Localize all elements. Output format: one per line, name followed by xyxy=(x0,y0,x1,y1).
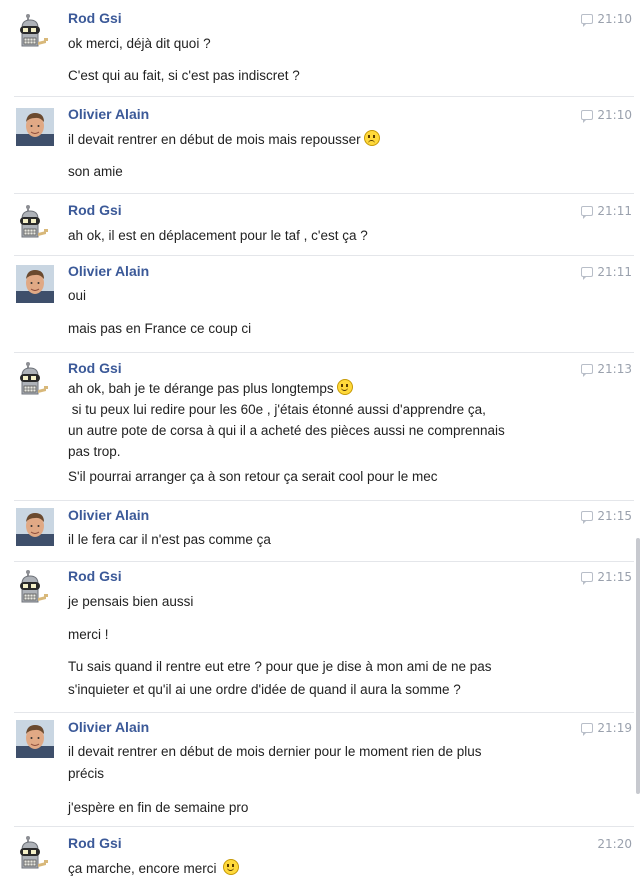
reply-icon[interactable] xyxy=(581,110,594,123)
message-text: S'il pourrai arranger ça à son retour ça… xyxy=(68,469,438,484)
message-text: j'espère en fin de semaine pro xyxy=(68,800,249,815)
message-text: précis xyxy=(68,766,105,781)
sender-name[interactable]: Olivier Alain xyxy=(68,106,149,122)
bender-robot-avatar[interactable] xyxy=(16,205,54,243)
person-photo-avatar[interactable] xyxy=(16,720,54,758)
timestamp: 21:13 xyxy=(581,362,632,377)
timestamp: 21:15 xyxy=(581,509,632,524)
message-divider xyxy=(14,96,634,97)
message-text: ok merci, déjà dit quoi ? xyxy=(68,36,211,51)
message-text: ça marche, encore merci xyxy=(68,859,568,879)
message-divider xyxy=(14,352,634,353)
sender-name[interactable]: Rod Gsi xyxy=(68,202,122,218)
timestamp: 21:20 xyxy=(597,837,632,851)
timestamp: 21:10 xyxy=(581,12,632,27)
message-text: pas trop. xyxy=(68,444,121,459)
message-text: il le fera car il n'est pas comme ça xyxy=(68,532,271,547)
reply-icon[interactable] xyxy=(581,364,594,377)
bender-robot-avatar[interactable] xyxy=(16,362,54,400)
person-photo-avatar[interactable] xyxy=(16,108,54,146)
message-text: C'est qui au fait, si c'est pas indiscre… xyxy=(68,68,300,83)
reply-icon[interactable] xyxy=(581,511,594,524)
timestamp: 21:11 xyxy=(581,204,632,219)
sender-name[interactable]: Rod Gsi xyxy=(68,10,122,26)
message-text: son amie xyxy=(68,164,123,179)
scrollbar-thumb[interactable] xyxy=(636,538,640,794)
message-text: merci ! xyxy=(68,627,109,642)
sender-name[interactable]: Rod Gsi xyxy=(68,835,122,851)
reply-icon[interactable] xyxy=(581,572,594,585)
message-text: mais pas en France ce coup ci xyxy=(68,321,252,336)
sad-emoticon-icon xyxy=(363,130,380,146)
message-divider xyxy=(14,561,634,562)
reply-icon[interactable] xyxy=(581,723,594,736)
reply-icon[interactable] xyxy=(581,14,594,27)
message-text: je pensais bien aussi xyxy=(68,594,194,609)
smile-emoticon-icon xyxy=(336,379,353,395)
sender-name[interactable]: Olivier Alain xyxy=(68,263,149,279)
bender-robot-avatar[interactable] xyxy=(16,14,54,52)
sender-name[interactable]: Olivier Alain xyxy=(68,507,149,523)
message-text: il devait rentrer en début de mois mais … xyxy=(68,130,568,150)
message-text: s'inquieter et qu'il ai une ordre d'idée… xyxy=(68,682,461,697)
bender-robot-avatar[interactable] xyxy=(16,570,54,608)
message-divider xyxy=(14,826,634,827)
message-text: Tu sais quand il rentre eut etre ? pour … xyxy=(68,659,492,674)
timestamp: 21:10 xyxy=(581,108,632,123)
message-divider xyxy=(14,193,634,194)
bender-robot-avatar[interactable] xyxy=(16,836,54,874)
person-photo-avatar[interactable] xyxy=(16,508,54,546)
message-text: un autre pote de corsa à qui il a acheté… xyxy=(68,423,505,438)
message-divider xyxy=(14,500,634,501)
timestamp: 21:15 xyxy=(581,570,632,585)
message-divider xyxy=(14,712,634,713)
message-text: ah ok, bah je te dérange pas plus longte… xyxy=(68,379,568,399)
message-divider xyxy=(14,255,634,256)
timestamp: 21:19 xyxy=(581,721,632,736)
message-text: si tu peux lui redire pour les 60e , j'é… xyxy=(68,402,486,417)
reply-icon[interactable] xyxy=(581,206,594,219)
message-text: oui xyxy=(68,288,87,303)
timestamp: 21:11 xyxy=(581,265,632,280)
sender-name[interactable]: Rod Gsi xyxy=(68,360,122,376)
person-photo-avatar[interactable] xyxy=(16,265,54,303)
message-text: il devait rentrer en début de mois derni… xyxy=(68,744,482,759)
sender-name[interactable]: Rod Gsi xyxy=(68,568,122,584)
reply-icon[interactable] xyxy=(581,267,594,280)
message-text: ah ok, il est en déplacement pour le taf… xyxy=(68,228,368,243)
smile-emoticon-icon xyxy=(223,859,240,875)
chat-conversation: Rod Gsi 21:10 ok merci, déjà dit quoi ? … xyxy=(0,0,640,884)
sender-name[interactable]: Olivier Alain xyxy=(68,719,149,735)
